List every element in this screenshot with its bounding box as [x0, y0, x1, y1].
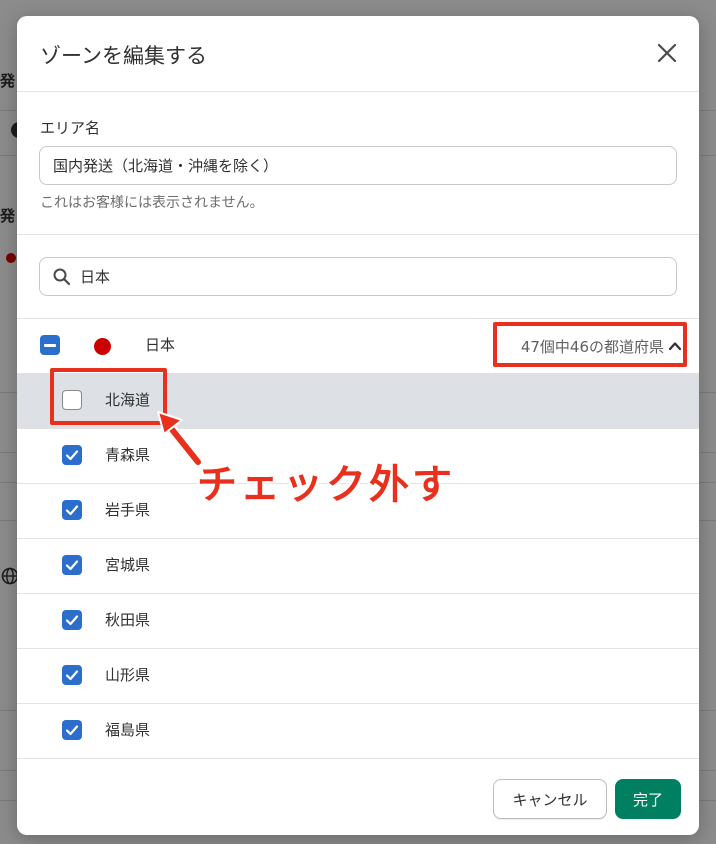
- prefecture-row[interactable]: 山形県: [17, 649, 699, 704]
- checkmark-icon: [65, 560, 79, 571]
- search-section: [17, 235, 699, 319]
- prefecture-checkbox[interactable]: [62, 665, 82, 685]
- annotation-text: チェック外す: [197, 462, 455, 508]
- checkmark-icon: [65, 725, 79, 736]
- annotation-highlight-box: [493, 322, 687, 367]
- area-name-label: エリア名: [40, 119, 101, 137]
- country-checkbox[interactable]: [40, 335, 60, 355]
- search-input[interactable]: [80, 258, 670, 295]
- close-icon[interactable]: [655, 41, 679, 65]
- edit-zone-modal: ゾーンを編集する エリア名 これはお客様には表示されません。 日本 47個中46…: [17, 16, 699, 835]
- prefecture-name: 宮城県: [105, 556, 151, 574]
- bg-partial-text: 発: [0, 72, 16, 90]
- area-name-section: エリア名 これはお客様には表示されません。: [17, 92, 699, 235]
- prefecture-row[interactable]: 福島県: [17, 704, 699, 759]
- bg-flag-dot: [6, 253, 16, 263]
- area-name-input[interactable]: [39, 146, 677, 185]
- checkmark-icon: [65, 670, 79, 681]
- prefecture-name: 岩手県: [105, 501, 151, 519]
- search-box[interactable]: [39, 257, 677, 296]
- checkmark-icon: [65, 505, 79, 516]
- checkmark-icon: [65, 615, 79, 626]
- area-name-help-text: これはお客様には表示されません。: [40, 195, 264, 211]
- prefecture-checkbox[interactable]: [62, 500, 82, 520]
- japan-flag-icon: [94, 338, 111, 355]
- cancel-button[interactable]: キャンセル: [493, 779, 607, 819]
- modal-title: ゾーンを編集する: [40, 44, 207, 68]
- modal-header: ゾーンを編集する: [17, 16, 699, 92]
- modal-footer: キャンセル 完了: [17, 758, 699, 835]
- prefecture-name: 山形県: [105, 666, 151, 684]
- checkmark-icon: [65, 450, 79, 461]
- done-button[interactable]: 完了: [615, 779, 681, 819]
- prefecture-checkbox[interactable]: [62, 610, 82, 630]
- prefecture-row[interactable]: 宮城県: [17, 539, 699, 594]
- prefecture-name: 青森県: [105, 446, 151, 464]
- bg-partial-text: 発: [0, 207, 16, 225]
- prefecture-checkbox[interactable]: [62, 445, 82, 465]
- prefecture-checkbox[interactable]: [62, 720, 82, 740]
- prefecture-name: 秋田県: [105, 611, 151, 629]
- search-icon: [53, 268, 71, 286]
- prefecture-checkbox[interactable]: [62, 555, 82, 575]
- prefecture-name: 福島県: [105, 721, 151, 739]
- prefecture-row[interactable]: 秋田県: [17, 594, 699, 649]
- country-name: 日本: [145, 336, 176, 354]
